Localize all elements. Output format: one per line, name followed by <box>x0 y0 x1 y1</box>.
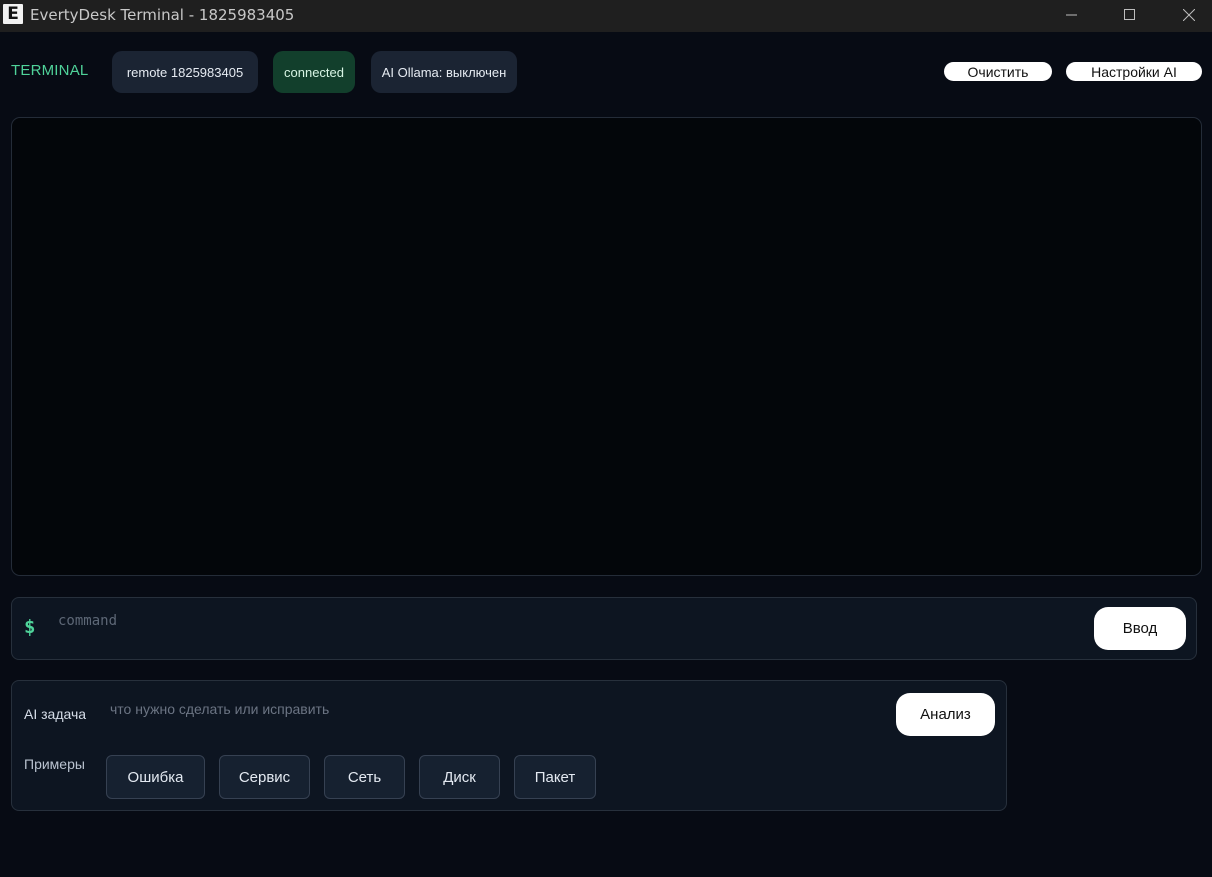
ai-task-input[interactable] <box>108 697 878 721</box>
title-bar: E EvertyDesk Terminal - 1825983405 <box>0 0 1212 32</box>
remote-id-badge: remote 1825983405 <box>112 51 258 93</box>
window-title: EvertyDesk Terminal - 1825983405 <box>30 6 295 24</box>
command-bar: $ Ввод <box>11 597 1197 660</box>
connection-status-badge: connected <box>273 51 355 93</box>
ai-task-label: AI задача <box>24 706 87 722</box>
example-chip-package[interactable]: Пакет <box>514 755 596 799</box>
command-input[interactable] <box>56 608 1086 634</box>
examples-label: Примеры <box>24 756 85 772</box>
terminal-label: TERMINAL <box>11 62 89 79</box>
ai-settings-button[interactable]: Настройки AI <box>1066 62 1202 81</box>
terminal-output[interactable] <box>11 117 1202 576</box>
maximize-icon <box>1124 9 1135 20</box>
example-chip-service[interactable]: Сервис <box>219 755 310 799</box>
maximize-button[interactable] <box>1101 0 1159 30</box>
prompt-symbol: $ <box>24 616 36 638</box>
ai-task-panel: AI задача Анализ Примеры Ошибка Сервис С… <box>11 680 1007 811</box>
analyze-button[interactable]: Анализ <box>896 693 995 736</box>
e-logo-icon: E <box>3 4 23 24</box>
minimize-icon <box>1066 14 1077 16</box>
example-chip-error[interactable]: Ошибка <box>106 755 205 799</box>
clear-button[interactable]: Очистить <box>944 62 1052 81</box>
example-chip-disk[interactable]: Диск <box>419 755 500 799</box>
close-button[interactable] <box>1160 0 1212 30</box>
close-icon <box>1183 9 1195 21</box>
enter-button[interactable]: Ввод <box>1094 607 1186 650</box>
ai-status-badge: AI Ollama: выключен <box>371 51 517 93</box>
minimize-button[interactable] <box>1043 0 1101 30</box>
example-chip-network[interactable]: Сеть <box>324 755 405 799</box>
